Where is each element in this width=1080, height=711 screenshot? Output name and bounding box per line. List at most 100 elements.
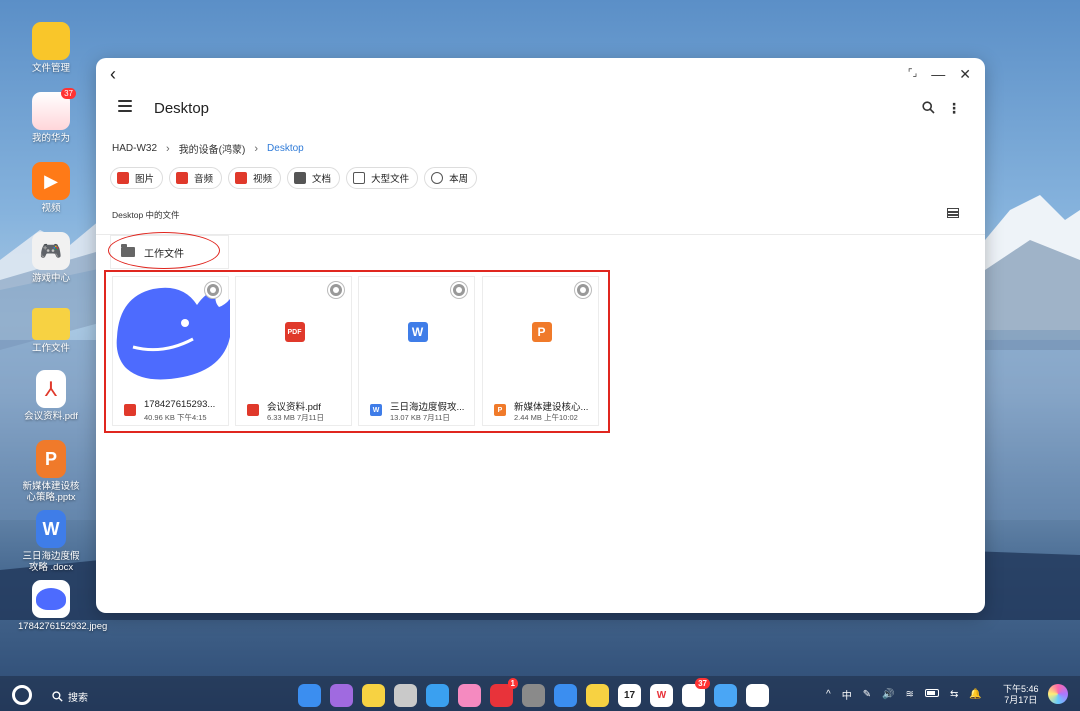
filter-chip[interactable]: 文档 (287, 167, 341, 189)
folder-icon (32, 308, 70, 340)
breadcrumb-item[interactable]: 我的设备(鸿蒙) (179, 141, 246, 156)
pen-icon[interactable]: ✎ (863, 689, 871, 700)
window-controls: ⌜⌟ — ✕ (908, 66, 971, 83)
desktop-icon-label: 游戏中心 (31, 273, 70, 284)
chevron-right-icon: › (166, 142, 170, 155)
filter-chip-label: 视频 (253, 174, 273, 185)
video-icon (235, 172, 248, 184)
browser-icon[interactable] (426, 684, 449, 707)
multitask-icon[interactable] (330, 684, 353, 707)
filter-chip-label: 音频 (194, 174, 214, 185)
filter-chip-label: 本周 (449, 174, 469, 185)
my-huawei-icon: 37 (32, 88, 76, 130)
jpeg-file-icon (32, 580, 70, 618)
game-center-icon: 🎮 (32, 232, 70, 270)
filter-chip-label: 图片 (135, 174, 155, 185)
desktop-icon-label: 文件管理 (31, 63, 70, 74)
memo-icon[interactable] (586, 684, 609, 707)
filter-chip[interactable]: 音频 (169, 167, 223, 189)
annotation-rectangle (104, 270, 610, 433)
wps-icon[interactable]: W (650, 684, 673, 707)
my-huawei-icon[interactable]: 37 (682, 678, 710, 707)
notes-icon[interactable] (362, 684, 385, 707)
taskbar-apps: 1 17 W 37 (298, 678, 769, 707)
breadcrumb-item-current[interactable]: Desktop (267, 143, 304, 154)
desktop-icon[interactable]: 1784276152932.jpeg (18, 580, 108, 632)
desktop-icon-label: 新媒体建设核心策略.pptx (22, 481, 80, 503)
file-manager-icon (32, 22, 70, 60)
app-gallery-icon[interactable]: 1 (490, 678, 518, 707)
input-method-icon[interactable]: 中 (842, 687, 852, 702)
battery-icon[interactable] (924, 689, 939, 700)
desktop-icon-label: 工作文件 (31, 343, 70, 354)
notification-icon[interactable]: 🔔 (969, 689, 981, 700)
hamburger-menu-icon[interactable] (118, 100, 132, 112)
desktop-icon[interactable]: 🎮 游戏中心 (18, 232, 84, 284)
taskbar: 搜索 1 17 W 37 ^ 中 ✎ 🔊 ≋ ⇆ 🔔 下午5:46 7月17日 (0, 676, 1080, 711)
list-view-icon[interactable] (947, 208, 959, 218)
desktop-icon[interactable]: ▶ 视频 (18, 162, 84, 214)
file-manager-window: ‹ ⌜⌟ — ✕ Desktop ⋮ HAD-W32 › 我的设备(鸿蒙) › … (96, 58, 985, 613)
desktop-icon-label: 三日海边度假攻略 .docx (22, 551, 80, 573)
clock-date: 7月17日 (1004, 695, 1038, 705)
desktop-icon[interactable]: 37 我的华为 (18, 88, 84, 144)
filter-chips: 图片 音频 视频 文档 大型文件 本周 (110, 167, 478, 189)
more-options-icon[interactable]: ⋮ (947, 100, 961, 117)
close-icon[interactable]: ✕ (959, 66, 971, 83)
section-label: Desktop 中的文件 (112, 210, 180, 220)
desktop-icon-label: 会议资料.pdf (24, 411, 78, 422)
chevron-up-icon[interactable]: ^ (826, 689, 831, 700)
control-center-icon[interactable]: ⇆ (950, 689, 958, 700)
calendar-icon[interactable]: 17 (618, 684, 641, 707)
tag-icon (353, 172, 366, 184)
document-icon (294, 172, 307, 184)
window-title: Desktop (154, 100, 210, 117)
filter-chip[interactable]: 图片 (110, 167, 164, 189)
assistant-avatar[interactable] (1048, 684, 1068, 704)
volume-icon[interactable]: 🔊 (882, 689, 894, 700)
start-grid-icon[interactable] (298, 684, 321, 707)
search-icon[interactable] (922, 101, 935, 114)
history-icon (431, 172, 444, 184)
back-button[interactable]: ‹ (110, 64, 116, 85)
search-icon (52, 691, 63, 702)
wifi-icon[interactable]: ≋ (906, 689, 914, 700)
deepseek-icon[interactable] (746, 684, 769, 707)
annotation-ellipse (108, 232, 220, 269)
breadcrumb-item[interactable]: HAD-W32 (112, 143, 157, 154)
desktop-icon-label: 1784276152932.jpeg (18, 621, 108, 632)
notification-badge: 37 (695, 678, 710, 689)
minimize-icon[interactable]: — (931, 66, 945, 83)
desktop-icon[interactable]: 工作文件 (18, 302, 84, 354)
desktop-icon-label: 视频 (41, 203, 61, 214)
filter-chip-label: 大型文件 (371, 174, 410, 185)
image-icon (117, 172, 129, 184)
settings-icon[interactable] (522, 684, 545, 707)
cloud-icon[interactable] (714, 684, 737, 707)
desktop-icon[interactable]: 文件管理 (18, 22, 84, 74)
gallery-icon[interactable] (458, 684, 481, 707)
filter-chip[interactable]: 大型文件 (346, 167, 419, 189)
desktop-icon[interactable]: ⅄ 会议资料.pdf (18, 370, 84, 422)
notification-badge: 37 (61, 88, 76, 99)
pdf-file-icon: ⅄ (36, 370, 66, 408)
chevron-right-icon: › (254, 142, 259, 155)
filter-chip-label: 文档 (312, 174, 332, 185)
clock[interactable]: 下午5:46 7月17日 (1003, 684, 1039, 706)
restore-icon[interactable]: ⌜⌟ (908, 66, 917, 83)
clock-time: 下午5:46 (1003, 684, 1039, 694)
search-label: 搜索 (68, 693, 88, 704)
trash-icon[interactable] (394, 684, 417, 707)
filter-chip[interactable]: 视频 (228, 167, 282, 189)
docx-file-icon: W (36, 510, 66, 548)
taskbar-search[interactable]: 搜索 (52, 689, 88, 704)
filter-chip[interactable]: 本周 (424, 167, 478, 189)
video-app-icon: ▶ (32, 162, 70, 200)
breadcrumb: HAD-W32 › 我的设备(鸿蒙) › Desktop (112, 141, 304, 157)
divider (96, 234, 985, 235)
start-button[interactable] (12, 685, 32, 705)
file-manager-icon[interactable] (554, 684, 577, 707)
desktop-icon[interactable]: W 三日海边度假攻略 .docx (18, 510, 84, 573)
desktop-icon[interactable]: P 新媒体建设核心策略.pptx (18, 440, 84, 503)
audio-icon (176, 172, 189, 184)
